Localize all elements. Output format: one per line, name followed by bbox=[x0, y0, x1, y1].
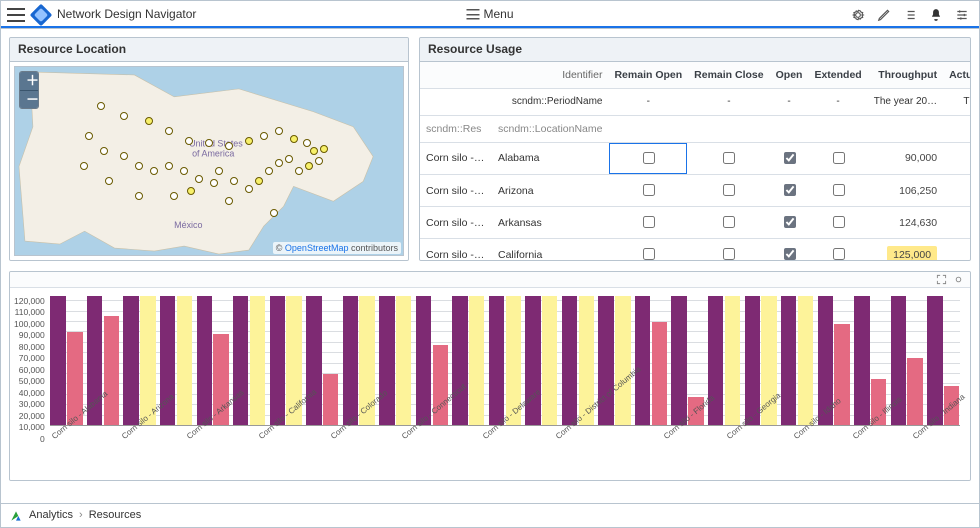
menu-label: Menu bbox=[483, 6, 513, 22]
app-title: Network Design Navigator bbox=[57, 6, 196, 22]
throughput-cell: 106,250 bbox=[868, 175, 943, 207]
checkbox[interactable] bbox=[833, 184, 845, 196]
bar[interactable] bbox=[50, 296, 65, 426]
table-row[interactable]: Corn silo - …Alabama90,000125,000125,000 bbox=[420, 142, 970, 174]
actual-cell: 125,000 bbox=[943, 239, 970, 260]
bar[interactable] bbox=[197, 296, 212, 426]
resource-usage-panel: Resource Usage Identifier Remain Open Re… bbox=[419, 37, 971, 261]
menu-button[interactable]: Menu bbox=[466, 6, 513, 22]
bar[interactable] bbox=[671, 296, 686, 426]
table-row[interactable]: Corn silo - …Arkansas124,630125,000125,0… bbox=[420, 207, 970, 239]
sliders-icon[interactable] bbox=[955, 8, 969, 22]
col-throughput[interactable]: Throughput bbox=[868, 62, 943, 89]
expand-icon[interactable] bbox=[936, 274, 947, 285]
col-remain-open[interactable]: Remain Open bbox=[608, 62, 688, 89]
menu-icon bbox=[466, 9, 479, 20]
col-actual-capacity[interactable]: Actual Capacity bbox=[943, 62, 970, 89]
bar[interactable] bbox=[725, 296, 740, 426]
bar[interactable] bbox=[270, 296, 285, 426]
bar[interactable] bbox=[927, 296, 942, 426]
col-extended[interactable]: Extended bbox=[808, 62, 867, 89]
table-row[interactable]: Corn silo - …California125,000125,000125… bbox=[420, 239, 970, 260]
bar[interactable] bbox=[798, 296, 813, 426]
svg-text:United States: United States bbox=[189, 139, 243, 149]
app-logo-icon bbox=[30, 3, 53, 26]
svg-text:México: México bbox=[174, 220, 202, 230]
panel-title: Resource Location bbox=[10, 38, 408, 62]
breadcrumb: Analytics › Resources bbox=[1, 503, 979, 527]
checkbox[interactable] bbox=[643, 248, 655, 260]
chart-gear-icon[interactable] bbox=[953, 274, 964, 285]
checkbox[interactable] bbox=[643, 216, 655, 228]
actual-cell: 125,000 bbox=[943, 207, 970, 239]
zoom-out-button[interactable]: － bbox=[20, 90, 38, 108]
bar[interactable] bbox=[562, 296, 577, 426]
checkbox[interactable] bbox=[784, 184, 796, 196]
bar[interactable] bbox=[416, 296, 431, 426]
checkbox[interactable] bbox=[723, 216, 735, 228]
breadcrumb-analytics[interactable]: Analytics bbox=[29, 508, 73, 523]
col-open[interactable]: Open bbox=[770, 62, 809, 89]
svg-text:of America: of America bbox=[192, 149, 234, 159]
checkbox[interactable] bbox=[833, 216, 845, 228]
map-zoom: ＋ － bbox=[19, 71, 39, 109]
checkbox[interactable] bbox=[784, 248, 796, 260]
checkbox[interactable] bbox=[643, 184, 655, 196]
throughput-cell: 124,630 bbox=[868, 207, 943, 239]
breadcrumb-resources[interactable]: Resources bbox=[89, 508, 142, 523]
throughput-cell: 125,000 bbox=[868, 239, 943, 260]
map-attribution: © OpenStreetMap contributors bbox=[273, 242, 401, 254]
checkbox[interactable] bbox=[723, 184, 735, 196]
osm-link[interactable]: OpenStreetMap bbox=[285, 243, 349, 253]
table-row[interactable]: Corn silo - …Arizona106,250125,000125,00… bbox=[420, 175, 970, 207]
throughput-cell: 90,000 bbox=[868, 142, 943, 174]
resource-location-panel: Resource Location United States of Ameri… bbox=[9, 37, 409, 261]
checkbox[interactable] bbox=[833, 248, 845, 260]
hamburger-icon[interactable] bbox=[7, 8, 25, 22]
actual-cell: 125,000 bbox=[943, 142, 970, 174]
checkbox[interactable] bbox=[723, 248, 735, 260]
bar[interactable] bbox=[854, 296, 869, 426]
pencil-icon[interactable] bbox=[877, 8, 891, 22]
checkbox[interactable] bbox=[643, 152, 655, 164]
checkbox[interactable] bbox=[784, 152, 796, 164]
bar[interactable] bbox=[343, 296, 358, 426]
chart-plot: Corn silo - AlabamaCorn silo - ArizonaCo… bbox=[48, 294, 962, 478]
chart-panel: 120,000110,000100,00090,00080,00070,0006… bbox=[9, 271, 971, 481]
col-remain-close[interactable]: Remain Close bbox=[688, 62, 769, 89]
breadcrumb-sep: › bbox=[79, 508, 83, 523]
map[interactable]: United States of America México ＋ － bbox=[14, 66, 404, 256]
col-identifier[interactable]: Identifier bbox=[420, 62, 608, 89]
usage-table: Identifier Remain Open Remain Close Open… bbox=[420, 62, 970, 260]
breadcrumb-logo-icon bbox=[9, 509, 23, 523]
list-icon[interactable] bbox=[903, 8, 917, 22]
chart-yaxis: 120,000110,000100,00090,00080,00070,0006… bbox=[14, 294, 48, 478]
map-land: United States of America México bbox=[15, 67, 403, 260]
bar[interactable] bbox=[123, 296, 138, 426]
checkbox[interactable] bbox=[784, 216, 796, 228]
actual-cell: 125,000 bbox=[943, 175, 970, 207]
topbar: Network Design Navigator Menu bbox=[1, 1, 979, 29]
bell-icon[interactable] bbox=[929, 8, 943, 22]
zoom-in-button[interactable]: ＋ bbox=[20, 72, 38, 90]
bar[interactable] bbox=[489, 296, 504, 426]
gear-icon[interactable] bbox=[851, 8, 865, 22]
checkbox[interactable] bbox=[723, 152, 735, 164]
panel-title: Resource Usage bbox=[420, 38, 970, 62]
checkbox[interactable] bbox=[833, 152, 845, 164]
